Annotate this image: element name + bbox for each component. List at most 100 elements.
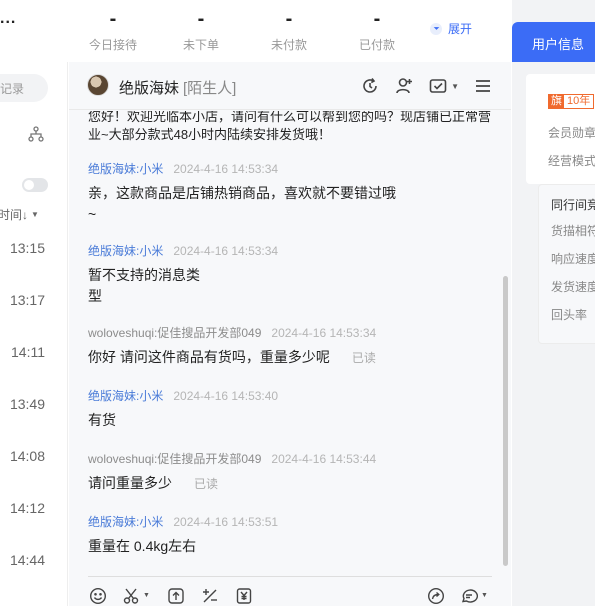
message-meta: 绝版海妹:小米 2024-4-16 14:53:51 — [88, 514, 493, 530]
caret-down-icon: ▼ — [31, 210, 39, 219]
input-toolbar: ▼ ▼ — [88, 576, 492, 606]
session-time[interactable]: 13:17 — [10, 292, 45, 308]
message-item: 绝版海妹:小米 2024-4-16 14:53:51 重量在 0.4kg左右 — [88, 514, 493, 557]
message-scrollbar[interactable] — [503, 276, 508, 566]
message-time: 2024-4-16 14:53:44 — [271, 452, 377, 466]
session-time[interactable]: 14:44 — [10, 552, 45, 568]
scissors-icon[interactable] — [123, 587, 141, 605]
task-check-dropdown[interactable]: ▼ — [428, 76, 459, 96]
upload-icon[interactable] — [167, 587, 185, 605]
caret-down-icon: ▼ — [451, 81, 459, 91]
peer-metric-label: 响应速度 — [551, 252, 595, 266]
message-meta: 绝版海妹:小米 2024-4-16 14:53:40 — [88, 388, 493, 404]
message-time: 2024-4-16 14:53:51 — [173, 515, 279, 529]
read-status: 已读 — [194, 477, 219, 491]
stat-unpaid: - 未付款 — [254, 6, 324, 53]
sort-label: 时间↓ — [0, 208, 29, 222]
member-card: 旗 10年 会员勋章 经营模式 — [526, 74, 595, 184]
tab-user-info[interactable]: 用户信息 — [512, 22, 595, 62]
stat-label: 已付款 — [358, 38, 395, 52]
message-time: 2024-4-16 14:53:34 — [271, 326, 377, 340]
sort-by-time-dropdown[interactable]: 时间↓ ▼ — [0, 206, 39, 223]
message-time: 2024-4-16 14:53:34 — [173, 244, 279, 258]
stat-label: 今日接待 — [88, 38, 137, 52]
expand-label: 展开 — [448, 22, 473, 36]
chevron-down-icon — [430, 22, 442, 35]
chat-header: 绝版海妹 [陌生人] ▼ — [69, 62, 511, 110]
history-search-button[interactable]: 记录 — [0, 74, 48, 102]
stat-value: - — [285, 8, 293, 30]
message-text-row: 请问重量多少 已读 — [88, 473, 493, 495]
flag-icon: 旗 — [549, 95, 564, 108]
chat-title: 绝版海妹 [陌生人] — [119, 77, 236, 98]
peer-metric-label: 回头率 — [551, 308, 588, 322]
customer-info-panel: 用户信息 旗 10年 会员勋章 经营模式 同行间竞 货描相符 响应速度 发货速度… — [512, 0, 595, 606]
caret-down-icon[interactable]: ▼ — [481, 592, 488, 599]
message-meta: woloveshuqi:促佳搜品开发部049 2024-4-16 14:53:34 — [88, 325, 493, 341]
badge-years: 10年 — [564, 95, 594, 108]
message-sender: woloveshuqi:促佳搜品开发部049 — [88, 452, 262, 466]
contact-name: 绝版海妹 — [119, 80, 180, 97]
refresh-icon[interactable] — [360, 76, 380, 96]
session-list-panel: 记录 时间↓ ▼ 13:15 13:17 14:11 13:49 14:08 1… — [0, 62, 68, 606]
message-item: 绝版海妹:小米 2024-4-16 14:53:34 暂不支持的消息类型 — [88, 243, 493, 307]
contact-tag: [陌生人] — [183, 80, 237, 97]
expand-button[interactable]: 展开 — [430, 20, 472, 37]
header-actions: ▼ — [360, 76, 493, 96]
message-text: 你好 请问这件商品有货吗，重量多少呢 — [88, 349, 330, 365]
caret-down-icon[interactable]: ▼ — [143, 592, 150, 599]
session-time[interactable]: 14:11 — [11, 344, 45, 360]
message-sender: 绝版海妹:小米 — [88, 389, 164, 403]
message-sender: 绝版海妹:小米 — [88, 244, 164, 258]
stat-label: 未付款 — [270, 38, 307, 52]
message-text: 暂不支持的消息类型 — [88, 267, 200, 304]
message-list[interactable]: 您好！欢迎光临本小店，请问有什么可以帮到您的吗？现店铺已正常营业~大部分款式48… — [69, 111, 505, 577]
peer-metric-label: 发货速度 — [551, 280, 595, 294]
chat-panel: 绝版海妹 [陌生人] ▼ 您好！欢迎光临本小店，请问有什么可以帮到您的吗？现店铺已… — [69, 62, 511, 606]
session-time[interactable]: 13:15 — [10, 240, 45, 256]
stat-today-reception: - 今日接待 — [78, 6, 148, 53]
business-mode-label: 经营模式 — [548, 154, 595, 168]
session-time[interactable]: 14:08 — [10, 448, 45, 464]
member-medal-label: 会员勋章 — [548, 126, 595, 140]
stats-bar: ... - 今日接待 - 未下单 - 未付款 - 已付款 展开 — [0, 0, 512, 62]
add-user-icon[interactable] — [394, 76, 414, 96]
message-sender: 绝版海妹:小米 — [88, 515, 164, 529]
peer-comparison-card: 同行间竞 货描相符 响应速度 发货速度 回头率 — [538, 184, 595, 344]
message-meta: woloveshuqi:促佳搜品开发部049 2024-4-16 14:53:44 — [88, 451, 493, 467]
emoji-icon[interactable] — [89, 587, 107, 605]
message-time: 2024-4-16 14:53:34 — [173, 162, 279, 176]
discount-icon[interactable] — [201, 587, 219, 605]
message-item: 绝版海妹:小米 2024-4-16 14:53:34 亲，这款商品是店铺热销商品，… — [88, 161, 493, 225]
quick-reply-icon[interactable] — [460, 587, 478, 605]
message-item: woloveshuqi:促佳搜品开发部049 2024-4-16 14:53:34… — [88, 325, 493, 369]
stat-value: - — [109, 8, 117, 30]
coupon-icon[interactable] — [235, 587, 253, 605]
message-text: 请问重量多少 — [88, 475, 172, 491]
avatar[interactable] — [87, 74, 109, 96]
session-time[interactable]: 14:12 — [10, 500, 45, 516]
read-status: 已读 — [351, 351, 376, 365]
membership-years-badge: 旗 10年 — [548, 94, 595, 109]
message-item: 绝版海妹:小米 2024-4-16 14:53:40 有货 — [88, 388, 493, 431]
overflow-indicator: ... — [0, 10, 17, 27]
menu-icon[interactable] — [473, 76, 493, 96]
stat-label: 未下单 — [182, 38, 219, 52]
stat-not-ordered: - 未下单 — [166, 6, 236, 53]
share-icon[interactable] — [427, 587, 445, 605]
message-meta: 绝版海妹:小米 2024-4-16 14:53:34 — [88, 161, 493, 177]
stat-value: - — [373, 8, 381, 30]
message-sender: 绝版海妹:小米 — [88, 162, 164, 176]
task-check-icon — [429, 79, 447, 93]
message-time: 2024-4-16 14:53:40 — [173, 389, 279, 403]
message-meta: 绝版海妹:小米 2024-4-16 14:53:34 — [88, 243, 493, 259]
message-item: woloveshuqi:促佳搜品开发部049 2024-4-16 14:53:44… — [88, 451, 493, 495]
message-text: 重量在 0.4kg左右 — [88, 538, 197, 554]
org-structure-icon[interactable] — [28, 126, 44, 142]
peer-metric-label: 货描相符 — [551, 224, 595, 238]
session-time[interactable]: 13:49 — [10, 396, 45, 412]
message-text: 亲，这款商品是店铺热销商品，喜欢就不要错过哦~ — [88, 185, 396, 222]
peer-comparison-title: 同行间竞 — [551, 198, 595, 212]
filter-toggle[interactable] — [22, 178, 48, 192]
message-text: 有货 — [88, 412, 116, 428]
